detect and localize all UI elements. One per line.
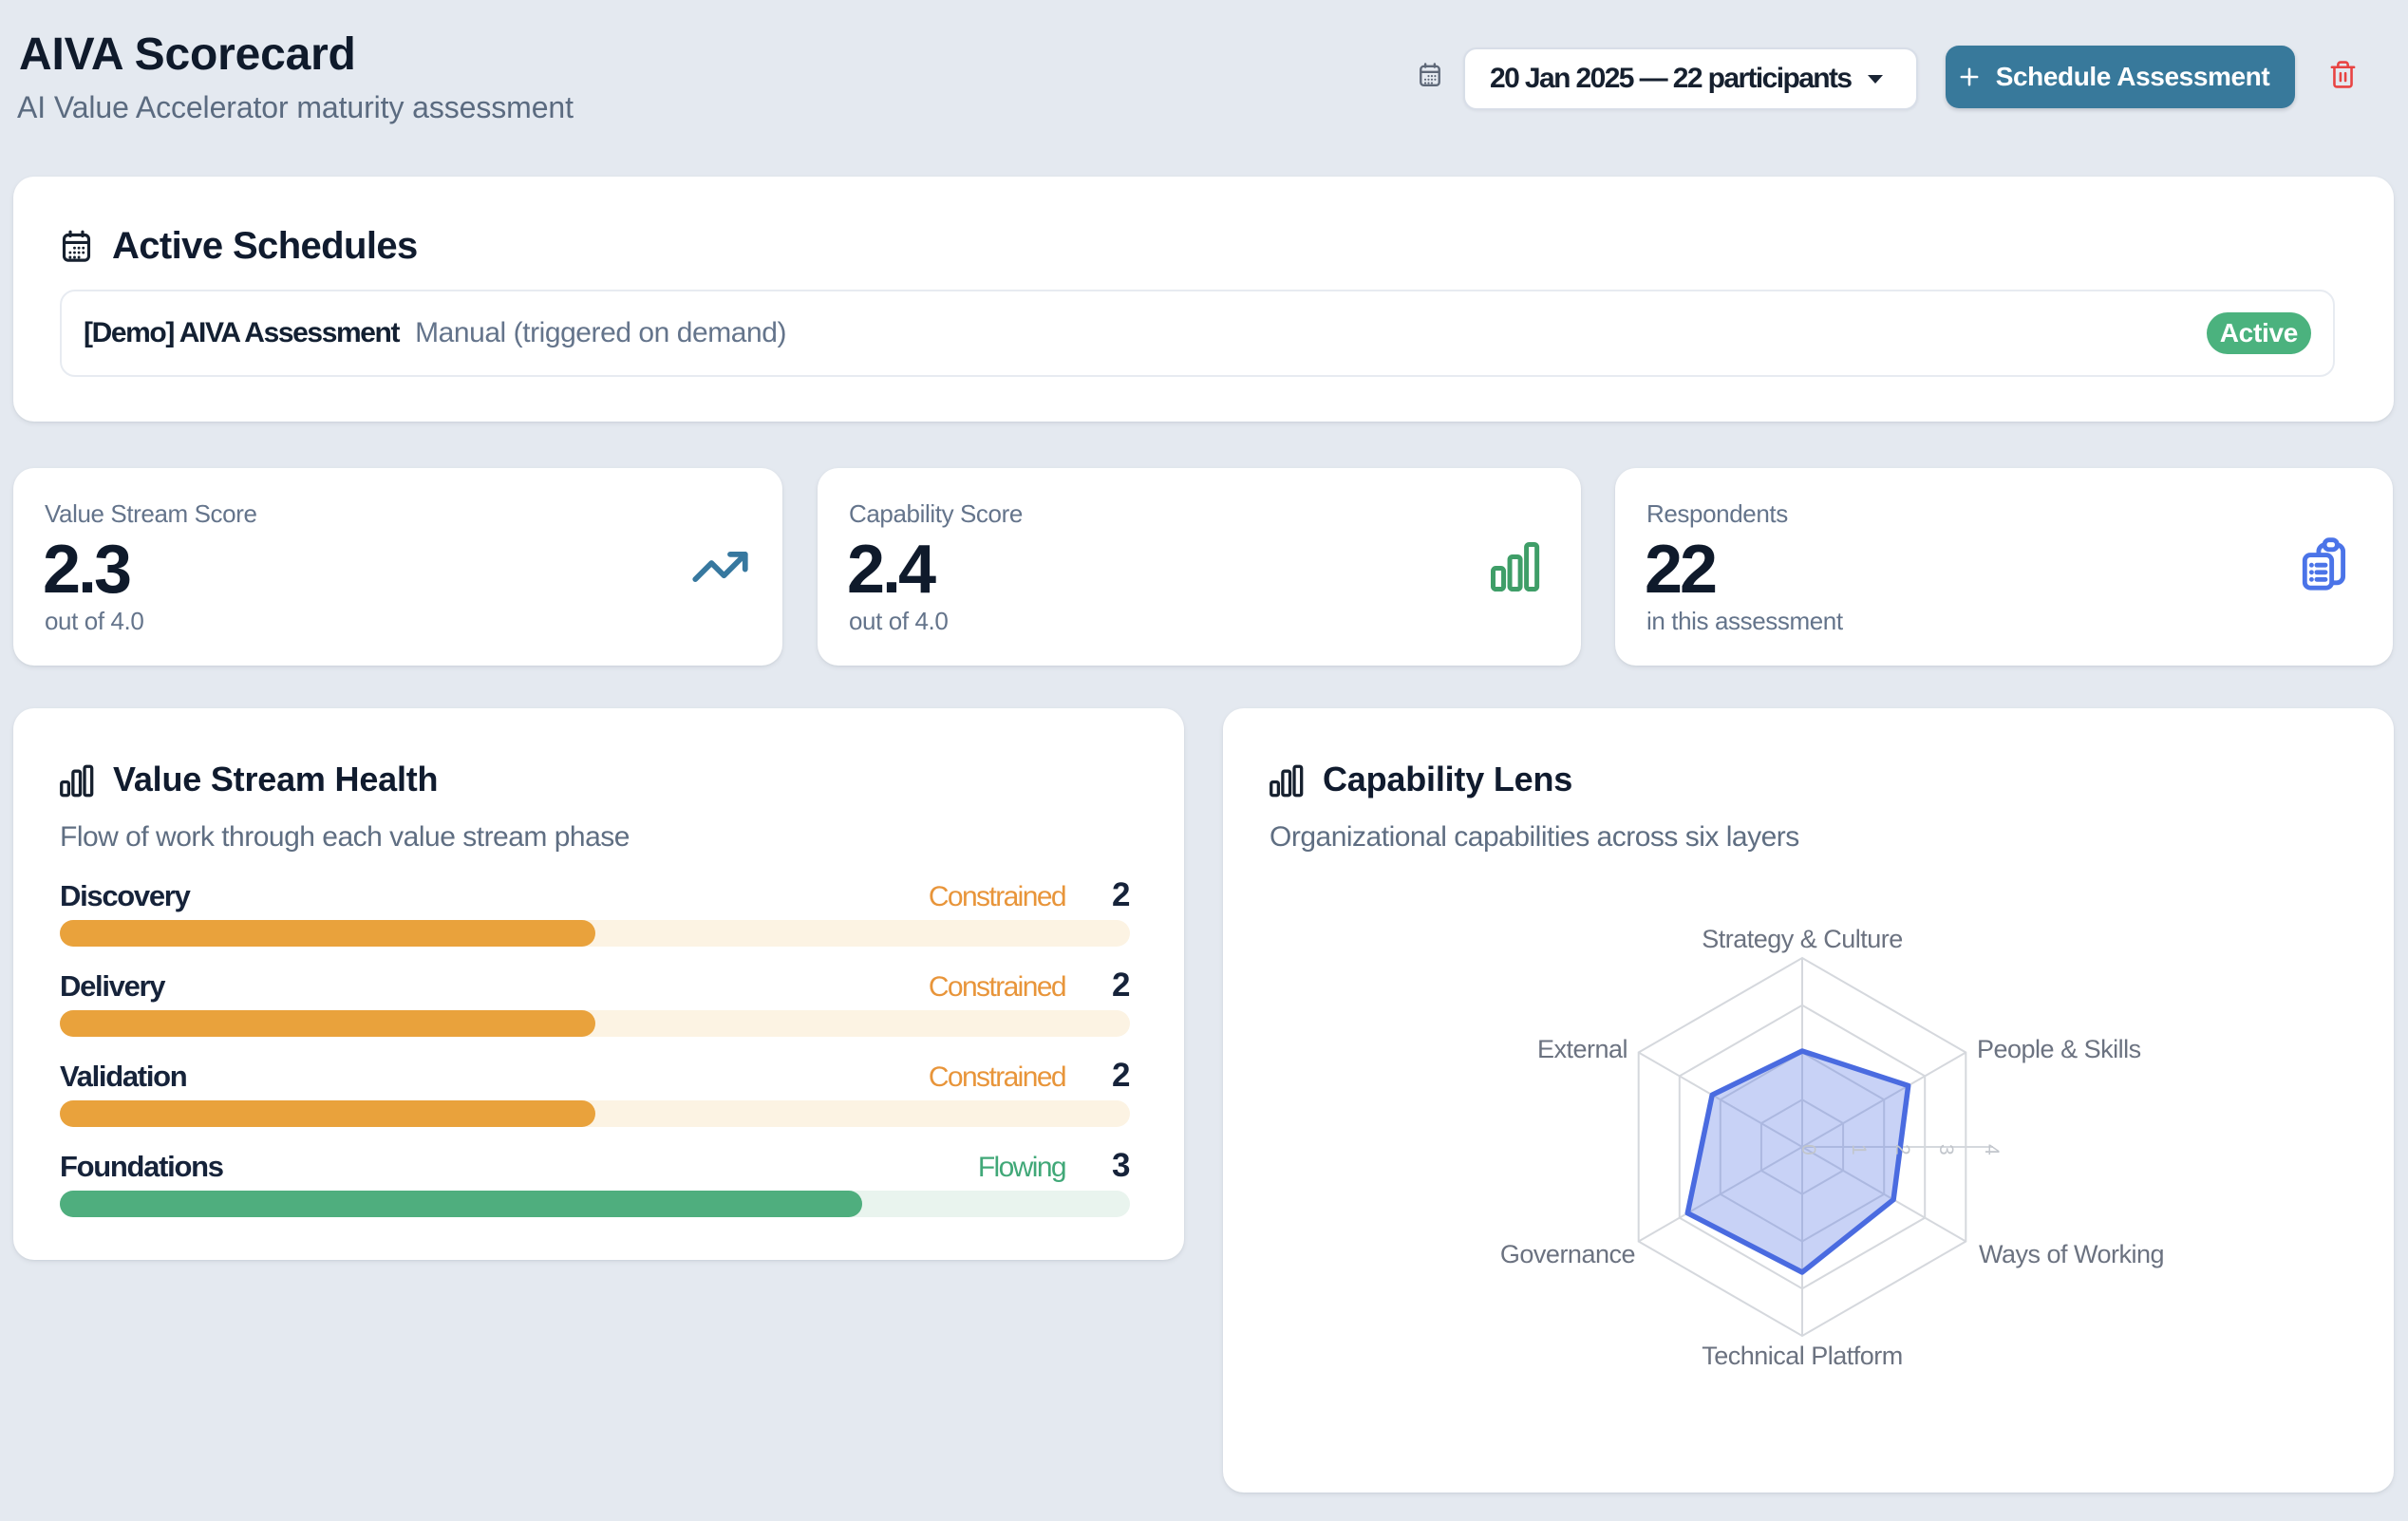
svg-text:People & Skills: People & Skills — [1977, 1035, 2141, 1063]
svg-text:1: 1 — [1848, 1144, 1870, 1155]
svg-text:0: 0 — [1797, 1144, 1819, 1155]
svg-text:Technical Platform: Technical Platform — [1702, 1342, 1903, 1370]
svg-text:3: 3 — [1935, 1144, 1957, 1155]
svg-text:External: External — [1537, 1035, 1627, 1063]
svg-text:2: 2 — [1891, 1144, 1913, 1155]
svg-text:4: 4 — [1981, 1144, 2003, 1155]
svg-text:Strategy & Culture: Strategy & Culture — [1702, 925, 1903, 953]
svg-text:Ways of Working: Ways of Working — [1979, 1240, 2164, 1268]
svg-text:Governance: Governance — [1500, 1240, 1635, 1268]
